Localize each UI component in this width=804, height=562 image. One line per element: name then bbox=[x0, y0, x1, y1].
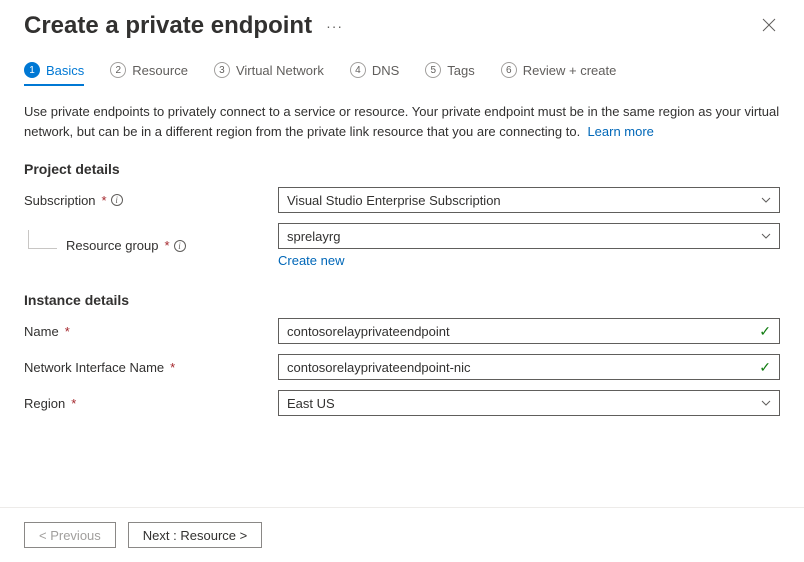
tab-virtual-network[interactable]: 3 Virtual Network bbox=[214, 62, 324, 86]
wizard-footer: < Previous Next : Resource > bbox=[0, 507, 804, 562]
project-details-heading: Project details bbox=[24, 161, 780, 177]
required-indicator: * bbox=[165, 238, 170, 253]
check-icon: ✓ bbox=[759, 359, 771, 376]
instance-details-heading: Instance details bbox=[24, 292, 780, 308]
learn-more-link[interactable]: Learn more bbox=[587, 124, 653, 139]
tab-label: Basics bbox=[46, 63, 84, 78]
page-title: Create a private endpoint bbox=[24, 12, 312, 40]
step-number: 5 bbox=[425, 62, 441, 78]
required-indicator: * bbox=[102, 193, 107, 208]
description-text: Use private endpoints to privately conne… bbox=[24, 102, 780, 141]
name-value: contosorelayprivateendpoint bbox=[287, 324, 450, 339]
step-number: 1 bbox=[24, 62, 40, 78]
info-icon[interactable]: i bbox=[174, 240, 186, 252]
tab-resource[interactable]: 2 Resource bbox=[110, 62, 188, 86]
tab-review-create[interactable]: 6 Review + create bbox=[501, 62, 617, 86]
subscription-label: Subscription bbox=[24, 193, 96, 208]
tab-label: Resource bbox=[132, 63, 188, 78]
region-value: East US bbox=[287, 396, 335, 411]
resource-group-label: Resource group bbox=[66, 238, 159, 253]
nic-name-value: contosorelayprivateendpoint-nic bbox=[287, 360, 471, 375]
create-new-link[interactable]: Create new bbox=[278, 253, 344, 268]
nic-name-input[interactable]: contosorelayprivateendpoint-nic ✓ bbox=[278, 354, 780, 380]
tab-label: DNS bbox=[372, 63, 399, 78]
previous-button[interactable]: < Previous bbox=[24, 522, 116, 548]
step-number: 3 bbox=[214, 62, 230, 78]
resource-group-select[interactable]: sprelayrg bbox=[278, 223, 780, 249]
info-icon[interactable]: i bbox=[111, 194, 123, 206]
check-icon: ✓ bbox=[759, 323, 771, 340]
tab-tags[interactable]: 5 Tags bbox=[425, 62, 474, 86]
step-number: 4 bbox=[350, 62, 366, 78]
close-icon[interactable] bbox=[758, 13, 780, 39]
chevron-down-icon bbox=[761, 194, 771, 206]
required-indicator: * bbox=[170, 360, 175, 375]
tab-basics[interactable]: 1 Basics bbox=[24, 62, 84, 86]
nic-name-label: Network Interface Name bbox=[24, 360, 164, 375]
required-indicator: * bbox=[71, 396, 76, 411]
step-number: 2 bbox=[110, 62, 126, 78]
subscription-select[interactable]: Visual Studio Enterprise Subscription bbox=[278, 187, 780, 213]
wizard-tabs: 1 Basics 2 Resource 3 Virtual Network 4 … bbox=[24, 62, 780, 86]
chevron-down-icon bbox=[761, 230, 771, 242]
tab-dns[interactable]: 4 DNS bbox=[350, 62, 399, 86]
resource-group-value: sprelayrg bbox=[287, 229, 340, 244]
tab-label: Virtual Network bbox=[236, 63, 324, 78]
step-number: 6 bbox=[501, 62, 517, 78]
next-button[interactable]: Next : Resource > bbox=[128, 522, 262, 548]
more-icon[interactable]: ··· bbox=[326, 18, 343, 34]
chevron-down-icon bbox=[761, 397, 771, 409]
region-select[interactable]: East US bbox=[278, 390, 780, 416]
region-label: Region bbox=[24, 396, 65, 411]
subscription-value: Visual Studio Enterprise Subscription bbox=[287, 193, 501, 208]
name-input[interactable]: contosorelayprivateendpoint ✓ bbox=[278, 318, 780, 344]
name-label: Name bbox=[24, 324, 59, 339]
required-indicator: * bbox=[65, 324, 70, 339]
tab-label: Review + create bbox=[523, 63, 617, 78]
tab-label: Tags bbox=[447, 63, 474, 78]
